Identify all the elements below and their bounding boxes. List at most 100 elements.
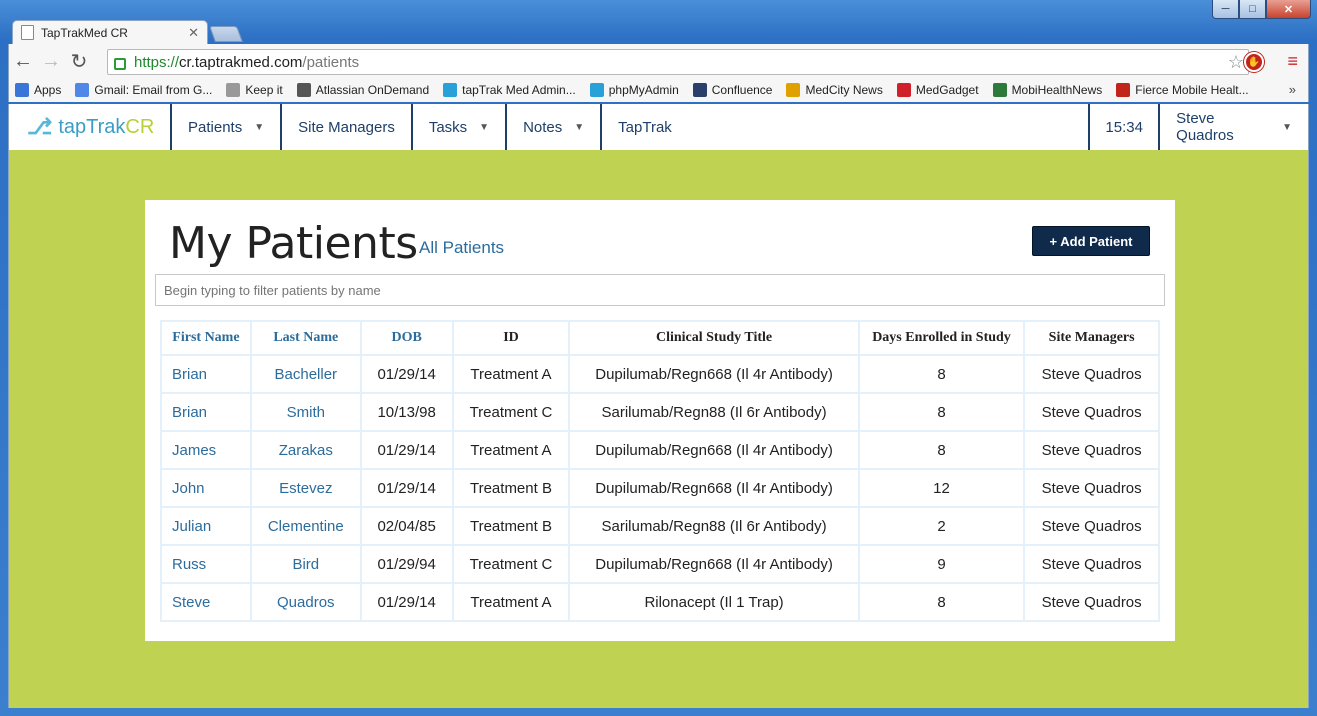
bookmark-label: MobiHealthNews	[1011, 83, 1103, 97]
table-cell[interactable]: Brian	[160, 354, 252, 394]
browser-tab[interactable]: TapTrakMed CR ✕	[12, 20, 208, 44]
table-cell[interactable]: Zarakas	[249, 430, 362, 470]
browser-menu-icon[interactable]: ≡	[1287, 52, 1298, 70]
nav-patients-label: Patients	[188, 118, 243, 136]
all-patients-link[interactable]: All Patients	[419, 238, 504, 258]
taptrak-logo-icon: ⎇	[27, 114, 53, 139]
nav-notes[interactable]: Notes ▼	[505, 104, 600, 150]
url-scheme: https://	[134, 53, 180, 71]
column-header: Days Enrolled in Study	[857, 320, 1026, 356]
m-square-icon	[992, 83, 1007, 97]
column-header[interactable]: First Name	[160, 320, 252, 356]
table-row[interactable]: Brian Smith 10/13/98 Treatment C Sarilumab/R…	[160, 392, 1160, 432]
bookmark-label: Keep it	[245, 83, 283, 97]
patient-filter-input[interactable]	[155, 274, 1165, 306]
address-bar[interactable]: https://cr.taptrakmed.com/patients ☆	[107, 49, 1249, 75]
patients-panel: My Patients All Patients + Add Patient F…	[145, 200, 1175, 641]
nav-clock: 15:34	[1088, 104, 1158, 150]
bookmark-item[interactable]: Gmail: Email from G...	[75, 83, 212, 97]
new-tab-button[interactable]	[209, 26, 243, 42]
table-cell[interactable]: Julian	[160, 506, 252, 546]
table-cell: Dupilumab/Regn668 (Il 4r Antibody)	[568, 430, 860, 470]
nav-patients[interactable]: Patients ▼	[170, 104, 280, 150]
table-cell: Sarilumab/Regn88 (Il 6r Antibody)	[568, 506, 860, 546]
bookmark-item[interactable]: MobiHealthNews	[992, 83, 1103, 97]
table-cell[interactable]: Brian	[160, 392, 252, 432]
patients-table: First Name Last Name DOB ID Clinical Study T…	[160, 320, 1160, 622]
table-cell[interactable]: Estevez	[249, 468, 362, 508]
nav-tasks-label: Tasks	[428, 118, 468, 136]
bookmark-star-icon[interactable]: ☆	[1228, 52, 1244, 73]
table-header-row: First Name Last Name DOB ID Clinical Study T…	[160, 320, 1160, 356]
apps-grid-icon	[15, 83, 29, 97]
page-title: My Patients	[169, 218, 418, 269]
fm-icon	[1116, 83, 1131, 97]
bookmarks-bar: Apps Gmail: Email from G... Keep it Atlassi…	[8, 78, 1309, 102]
table-cell[interactable]: Russ	[160, 544, 252, 584]
bookmark-label: MedCity News	[805, 83, 883, 97]
table-cell: Treatment A	[451, 430, 571, 470]
table-cell: Steve Quadros	[1023, 506, 1160, 546]
m-icon	[896, 83, 911, 97]
bookmark-item[interactable]: tapTrak Med Admin...	[443, 83, 576, 97]
nav-site-managers[interactable]: Site Managers	[280, 104, 411, 150]
tab-close-icon[interactable]: ✕	[188, 25, 199, 41]
bookmark-item[interactable]: MedGadget	[896, 83, 979, 97]
reload-icon[interactable]: ↻	[65, 47, 93, 75]
table-cell: Steve Quadros	[1023, 430, 1160, 470]
table-cell: 8	[857, 354, 1026, 394]
browser-window: ─ □ ✕ TapTrakMed CR ✕ ← → ↻ https://cr.t…	[0, 0, 1317, 716]
table-cell: Dupilumab/Regn668 (Il 4r Antibody)	[568, 468, 860, 508]
table-row[interactable]: Brian Bacheller 01/29/14 Treatment A Dupilum…	[160, 354, 1160, 394]
table-cell[interactable]: Smith	[249, 392, 362, 432]
tab-title: TapTrakMed CR	[41, 25, 128, 40]
minimize-icon[interactable]: ─	[1212, 0, 1239, 19]
table-cell: Treatment C	[451, 392, 571, 432]
adblock-extension-icon[interactable]: ✋	[1244, 52, 1264, 72]
brand-logo[interactable]: ⎇ tapTrak CR	[9, 104, 170, 150]
bookmark-item[interactable]: Atlassian OnDemand	[296, 83, 429, 97]
bookmark-item[interactable]: Confluence	[692, 83, 773, 97]
bookmark-item[interactable]: Apps	[15, 83, 61, 97]
table-cell[interactable]: James	[160, 430, 252, 470]
table-row[interactable]: Julian Clementine 02/04/85 Treatment B Saril…	[160, 506, 1160, 546]
bookmarks-overflow-icon[interactable]: »	[1289, 82, 1296, 97]
column-header[interactable]: DOB	[359, 320, 454, 356]
table-cell: Dupilumab/Regn668 (Il 4r Antibody)	[568, 354, 860, 394]
nav-user-menu[interactable]: Steve Quadros ▼	[1158, 104, 1308, 150]
page-icon	[226, 83, 241, 97]
table-cell: Rilonacept (Il 1 Trap)	[568, 582, 860, 622]
table-cell[interactable]: Clementine	[249, 506, 362, 546]
user-name: Steve Quadros	[1176, 110, 1234, 144]
bookmark-item[interactable]: phpMyAdmin	[589, 83, 679, 97]
table-cell: 01/29/14	[359, 468, 454, 508]
table-cell: 8	[857, 582, 1026, 622]
table-row[interactable]: John Estevez 01/29/14 Treatment B Dupilumab/…	[160, 468, 1160, 508]
bookmark-item[interactable]: Keep it	[226, 83, 283, 97]
bookmark-item[interactable]: Fierce Mobile Healt...	[1116, 83, 1249, 97]
table-row[interactable]: Steve Quadros 01/29/14 Treatment A Rilonacep…	[160, 582, 1160, 622]
table-cell[interactable]: Quadros	[249, 582, 362, 622]
maximize-icon[interactable]: □	[1239, 0, 1266, 19]
url-path: /patients	[302, 53, 360, 71]
nav-tasks[interactable]: Tasks ▼	[410, 104, 505, 150]
bookmark-item[interactable]: MedCity News	[786, 83, 883, 97]
med-icon	[589, 83, 604, 97]
table-row[interactable]: Russ Bird 01/29/94 Treatment C Dupilumab/Reg…	[160, 544, 1160, 584]
bookmark-label: Fierce Mobile Healt...	[1135, 83, 1249, 97]
bookmark-label: Confluence	[711, 83, 773, 97]
back-arrow-icon[interactable]: ←	[9, 47, 37, 75]
nav-taptrak[interactable]: TapTrak	[600, 104, 1088, 150]
table-cell[interactable]: John	[160, 468, 252, 508]
forward-arrow-icon[interactable]: →	[37, 47, 65, 75]
table-cell[interactable]: Steve	[160, 582, 252, 622]
add-patient-button[interactable]: + Add Patient	[1032, 226, 1150, 256]
close-window-icon[interactable]: ✕	[1266, 0, 1311, 19]
caret-down-icon: ▼	[1282, 121, 1292, 133]
table-row[interactable]: James Zarakas 01/29/14 Treatment A Dupilumab…	[160, 430, 1160, 470]
table-cell[interactable]: Bacheller	[249, 354, 362, 394]
table-cell[interactable]: Bird	[249, 544, 362, 584]
column-header[interactable]: Last Name	[249, 320, 362, 356]
nav-site-managers-label: Site Managers	[298, 118, 395, 136]
main-content: My Patients All Patients + Add Patient F…	[8, 150, 1309, 708]
